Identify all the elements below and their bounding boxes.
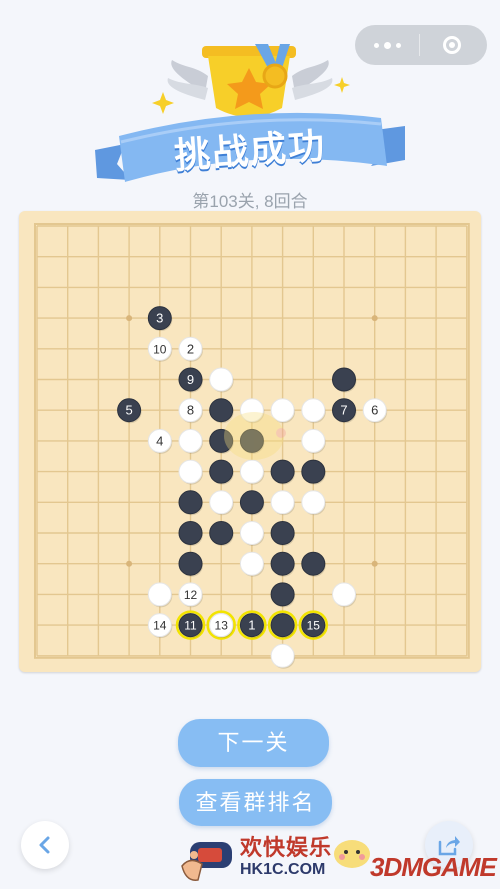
next-level-button[interactable]: 下一关 [178,719,329,767]
move-number: 5 [125,403,132,418]
move-number: 9 [187,372,194,387]
gamepad-hand-icon [181,842,232,881]
black-stone: 7 [332,398,357,424]
target-close-icon[interactable] [420,25,484,65]
more-dots-icon[interactable] [355,25,419,65]
black-stone [301,551,326,577]
black-stone: 1 [237,610,267,640]
white-stone: 14 [147,613,173,639]
white-stone: 4 [147,428,173,454]
black-stone [209,459,234,485]
mascot-icon [334,840,370,868]
white-stone [301,398,326,424]
white-stone [147,582,173,608]
black-stone: 9 [178,367,203,393]
miniprogram-capsule [355,25,487,65]
white-stone [270,490,296,516]
move-number: 2 [187,341,194,356]
star-point [126,560,133,567]
black-stone: 5 [117,398,142,424]
white-stone [332,582,357,608]
watermark-cn: 欢快娱乐 [240,835,333,860]
white-stone: 2 [178,336,203,362]
move-number: 7 [340,403,347,418]
move-number: 1 [248,618,255,633]
star-point [371,560,378,567]
black-stone [178,521,203,546]
white-stone [239,459,265,485]
black-stone: 3 [147,306,173,332]
back-button[interactable] [21,821,69,869]
move-number: 13 [215,619,229,633]
black-stone [270,582,296,608]
black-stone [209,521,234,546]
black-stone [239,490,265,516]
view-group-rank-button[interactable]: 查看群排名 [179,779,332,826]
move-number: 15 [307,619,321,633]
move-number: 4 [156,433,163,448]
white-stone: 6 [362,398,388,424]
black-stone: 15 [298,610,329,640]
board-grid: 395 711 1 1510 28 641214 13 [34,223,470,669]
move-number: 6 [371,403,378,418]
watermark-brand: 3DMGAME [370,852,497,882]
black-stone: 11 [175,610,206,640]
black-stone [270,551,296,577]
white-stone: 10 [147,336,173,362]
white-stone [239,521,265,546]
white-stone [178,459,203,485]
white-stone [270,643,296,669]
black-stone [301,459,326,485]
black-stone [209,398,234,424]
move-number: 3 [156,311,163,326]
move-number: 11 [184,619,197,633]
gomoku-board[interactable]: 3 9 5 7 11 1 15 10 2 8 6 4 12 14 13 [19,211,481,672]
move-number: 8 [187,403,194,418]
white-stone: 13 [206,610,236,640]
white-stone [301,428,326,454]
watermark-url: HK1C.COM [240,861,326,878]
black-stone [178,490,203,516]
star-point [371,315,378,322]
white-stone [301,490,326,516]
chevron-left-icon [39,836,50,854]
black-stone [332,367,357,393]
watermark: 欢快娱乐 HK1C.COM 3DMGAME [180,826,500,889]
white-stone: 12 [178,582,203,608]
white-stone: 8 [178,398,203,424]
move-number: 12 [184,588,198,602]
white-stone [209,490,234,516]
white-stone [209,367,234,393]
star-point [126,315,133,322]
level-round-info: 第103关, 8回合 [192,192,308,211]
black-stone [178,551,203,577]
black-stone [267,610,298,640]
black-stone [270,521,296,546]
white-stone [239,551,265,577]
white-stone [178,428,203,454]
black-stone [270,459,296,485]
move-number: 14 [153,619,167,633]
move-number: 10 [153,342,167,356]
